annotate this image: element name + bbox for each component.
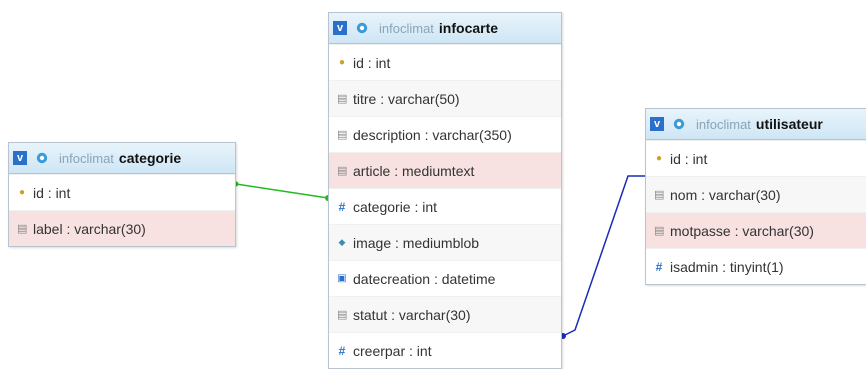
text-field-icon: ▤	[337, 129, 348, 141]
key-icon: ●	[18, 187, 26, 198]
table-name: utilisateur	[755, 116, 823, 132]
field-row[interactable]: # categorie : int	[329, 188, 561, 224]
field-label: id : int	[353, 54, 391, 71]
field-label: image : mediumblob	[353, 234, 480, 251]
field-label: categorie : int	[353, 198, 438, 215]
field-row[interactable]: ▤ description : varchar(350)	[329, 116, 561, 152]
table-header-categorie[interactable]: v infoclimat categorie	[9, 143, 235, 174]
field-label: motpasse : varchar(30)	[670, 222, 814, 239]
field-row[interactable]: ● id : int	[646, 140, 866, 176]
text-field-icon: ▤	[337, 93, 348, 105]
table-header-utilisateur[interactable]: v infoclimat utilisateur	[646, 109, 866, 140]
table-name: infocarte	[438, 20, 499, 36]
field-row[interactable]: ▤ label : varchar(30)	[9, 210, 235, 246]
field-row[interactable]: # creerpar : int	[329, 332, 561, 368]
relation-categorie-infocarte	[235, 183, 329, 199]
text-field-icon: ▤	[17, 223, 28, 235]
field-label: creerpar : int	[353, 342, 432, 359]
field-label: label : varchar(30)	[33, 220, 146, 237]
field-row[interactable]: ● id : int	[9, 174, 235, 210]
relation-infocarte-utilisateur	[562, 175, 645, 337]
table-utilisateur[interactable]: v infoclimat utilisateur ● id : int ▤ no…	[645, 108, 866, 285]
gear-icon[interactable]	[35, 151, 49, 165]
field-row[interactable]: # isadmin : tinyint(1)	[646, 248, 866, 284]
field-label: isadmin : tinyint(1)	[670, 258, 784, 275]
collapse-toggle-button[interactable]: v	[333, 21, 347, 35]
field-row[interactable]: ▤ titre : varchar(50)	[329, 80, 561, 116]
field-label: nom : varchar(30)	[670, 186, 781, 203]
field-label: statut : varchar(30)	[353, 306, 471, 323]
field-row[interactable]: ▤ nom : varchar(30)	[646, 176, 866, 212]
field-row[interactable]: ▤ statut : varchar(30)	[329, 296, 561, 332]
date-field-icon: ▣	[337, 273, 347, 284]
field-row[interactable]: ▤ article : mediumtext	[329, 152, 561, 188]
collapse-toggle-button[interactable]: v	[650, 117, 664, 131]
field-row[interactable]: ▣ datecreation : datetime	[329, 260, 561, 296]
text-field-icon: ▤	[337, 309, 348, 321]
key-icon: ●	[655, 153, 663, 164]
number-field-icon: #	[655, 259, 663, 274]
field-row[interactable]: ● id : int	[329, 44, 561, 80]
text-field-icon: ▤	[654, 225, 665, 237]
field-label: description : varchar(350)	[353, 126, 512, 143]
gear-icon[interactable]	[672, 117, 686, 131]
blob-field-icon: ◆	[338, 237, 346, 247]
table-header-infocarte[interactable]: v infoclimat infocarte	[329, 13, 561, 44]
number-field-icon: #	[338, 343, 346, 358]
field-label: article : mediumtext	[353, 162, 475, 179]
field-label: titre : varchar(50)	[353, 90, 460, 107]
key-icon: ●	[338, 57, 346, 68]
text-field-icon: ▤	[654, 189, 665, 201]
table-name: categorie	[118, 150, 182, 166]
database-name: infoclimat	[696, 116, 751, 132]
text-field-icon: ▤	[337, 165, 348, 177]
field-label: datecreation : datetime	[353, 270, 496, 287]
gear-icon[interactable]	[355, 21, 369, 35]
table-categorie[interactable]: v infoclimat categorie ● id : int ▤ labe…	[8, 142, 236, 247]
field-row[interactable]: ▤ motpasse : varchar(30)	[646, 212, 866, 248]
database-name: infoclimat	[379, 20, 434, 36]
collapse-toggle-button[interactable]: v	[13, 151, 27, 165]
field-row[interactable]: ◆ image : mediumblob	[329, 224, 561, 260]
field-label: id : int	[670, 150, 708, 167]
database-name: infoclimat	[59, 150, 114, 166]
field-label: id : int	[33, 184, 71, 201]
table-infocarte[interactable]: v infoclimat infocarte ● id : int ▤ titr…	[328, 12, 562, 369]
number-field-icon: #	[338, 199, 346, 214]
